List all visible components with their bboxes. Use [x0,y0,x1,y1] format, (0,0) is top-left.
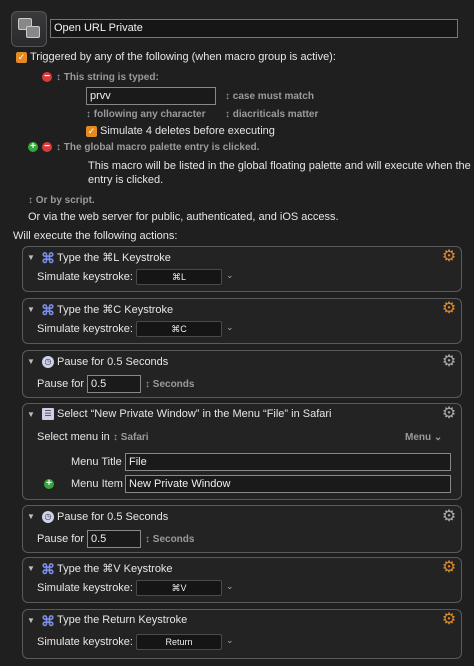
gear-icon[interactable]: ⚙ [441,354,457,370]
action-title: Pause for 0.5 Seconds [57,511,169,523]
action-title: Type the ⌘L Keystroke [57,252,171,264]
pause-duration-input[interactable]: 0.5 [87,375,141,393]
triggered-label: Triggered by any of the following (when … [30,51,336,63]
select-menu-in-label: Select menu in [37,431,110,443]
keystroke-field[interactable]: ⌘L [136,269,222,285]
action-pause-1[interactable]: ▼ ◷ Pause for 0.5 Seconds ⚙ Pause for 0.… [22,350,462,398]
action-title: Pause for 0.5 Seconds [57,356,169,368]
clock-icon: ◷ [42,511,54,523]
menu-dropdown[interactable]: Menu ⌄ [405,432,442,443]
action-title: Select “New Private Window” in the Menu … [57,408,332,420]
action-select-menu[interactable]: ▼ ☰ Select “New Private Window” in the M… [22,403,462,500]
disclosure-triangle-icon[interactable]: ▼ [27,305,35,314]
gear-icon[interactable]: ⚙ [441,249,457,265]
palette-desc-line-2: entry is clicked. [88,174,164,186]
or-by-script-dropdown[interactable]: ↕ Or by script. [28,195,95,206]
palette-trigger-label[interactable]: ↕ The global macro palette entry is clic… [56,142,259,153]
disclosure-triangle-icon[interactable]: ▼ [27,357,35,366]
typed-string-input[interactable]: prvv [86,87,216,105]
web-server-label: Or via the web server for public, authen… [28,211,339,223]
pause-for-label: Pause for [37,378,85,390]
command-key-icon: ⌘ [41,250,55,266]
gear-icon[interactable]: ⚙ [441,509,457,525]
pause-for-label: Pause for [37,533,85,545]
macro-name-field[interactable]: Open URL Private [50,19,458,38]
palette-desc-line-1: This macro will be listed in the global … [88,160,471,172]
gear-icon[interactable]: ⚙ [441,301,457,317]
action-title: Type the ⌘C Keystroke [57,304,174,316]
menu-item-label: Menu Item [71,478,123,490]
action-type-keystroke-2[interactable]: ▼ ⌘ Type the ⌘C Keystroke ⚙ Simulate key… [22,298,462,344]
chevron-down-icon[interactable]: ⌄ [226,635,234,646]
chevron-down-icon[interactable]: ⌄ [226,581,234,592]
disclosure-triangle-icon[interactable]: ▼ [27,512,35,521]
keystroke-field[interactable]: Return [136,634,222,650]
disclosure-triangle-icon[interactable]: ▼ [27,564,35,573]
seconds-dropdown[interactable]: ↕ Seconds [145,379,194,390]
keystroke-field[interactable]: ⌘V [136,580,222,596]
seconds-dropdown[interactable]: ↕ Seconds [145,534,194,545]
action-pause-2[interactable]: ▼ ◷ Pause for 0.5 Seconds ⚙ Pause for 0.… [22,505,462,553]
remove-trigger-icon[interactable]: − [42,142,52,152]
gear-icon[interactable]: ⚙ [441,406,457,422]
action-title: Type the Return Keystroke [57,614,188,626]
command-key-icon: ⌘ [41,561,55,577]
will-execute-label: Will execute the following actions: [13,230,178,242]
add-trigger-icon[interactable]: + [28,142,38,152]
case-must-match-dropdown[interactable]: ↕ case must match [225,91,314,102]
simulate-keystroke-label: Simulate keystroke: [37,271,133,283]
clock-icon: ◷ [42,356,54,368]
typed-string-label[interactable]: ↕ This string is typed: [56,72,159,83]
diacriticals-dropdown[interactable]: ↕ diacriticals matter [225,109,318,120]
chevron-down-icon[interactable]: ⌄ [226,322,234,333]
menu-icon: ☰ [42,408,54,420]
menu-item-input[interactable]: New Private Window [125,475,451,493]
disclosure-triangle-icon[interactable]: ▼ [27,253,35,262]
gear-icon[interactable]: ⚙ [441,612,457,628]
window-icon [26,26,40,38]
chevron-down-icon[interactable]: ⌄ [226,270,234,281]
action-title: Type the ⌘V Keystroke [57,563,173,575]
action-type-keystroke-4[interactable]: ▼ ⌘ Type the Return Keystroke ⚙ Simulate… [22,609,462,659]
pause-duration-input[interactable]: 0.5 [87,530,141,548]
keystroke-field[interactable]: ⌘C [136,321,222,337]
menu-title-label: Menu Title [71,456,122,468]
following-char-dropdown[interactable]: ↕ following any character [86,109,205,120]
add-menu-item-icon[interactable]: + [44,479,54,489]
simulate-deletes-label: Simulate 4 deletes before executing [100,125,275,137]
simulate-deletes-checkbox[interactable]: ✓ [86,126,97,137]
simulate-keystroke-label: Simulate keystroke: [37,636,133,648]
app-dropdown[interactable]: ↕ Safari [113,432,149,443]
gear-icon[interactable]: ⚙ [441,560,457,576]
remove-trigger-icon[interactable]: − [42,72,52,82]
command-key-icon: ⌘ [41,613,55,629]
macro-icon [11,11,47,47]
simulate-keystroke-label: Simulate keystroke: [37,582,133,594]
command-key-icon: ⌘ [41,302,55,318]
disclosure-triangle-icon[interactable]: ▼ [27,616,35,625]
action-type-keystroke-3[interactable]: ▼ ⌘ Type the ⌘V Keystroke ⚙ Simulate key… [22,557,462,603]
disclosure-triangle-icon[interactable]: ▼ [27,410,35,419]
menu-title-input[interactable]: File [125,453,451,471]
triggered-checkbox[interactable]: ✓ [16,52,27,63]
action-type-keystroke-1[interactable]: ▼ ⌘ Type the ⌘L Keystroke ⚙ Simulate key… [22,246,462,292]
simulate-keystroke-label: Simulate keystroke: [37,323,133,335]
